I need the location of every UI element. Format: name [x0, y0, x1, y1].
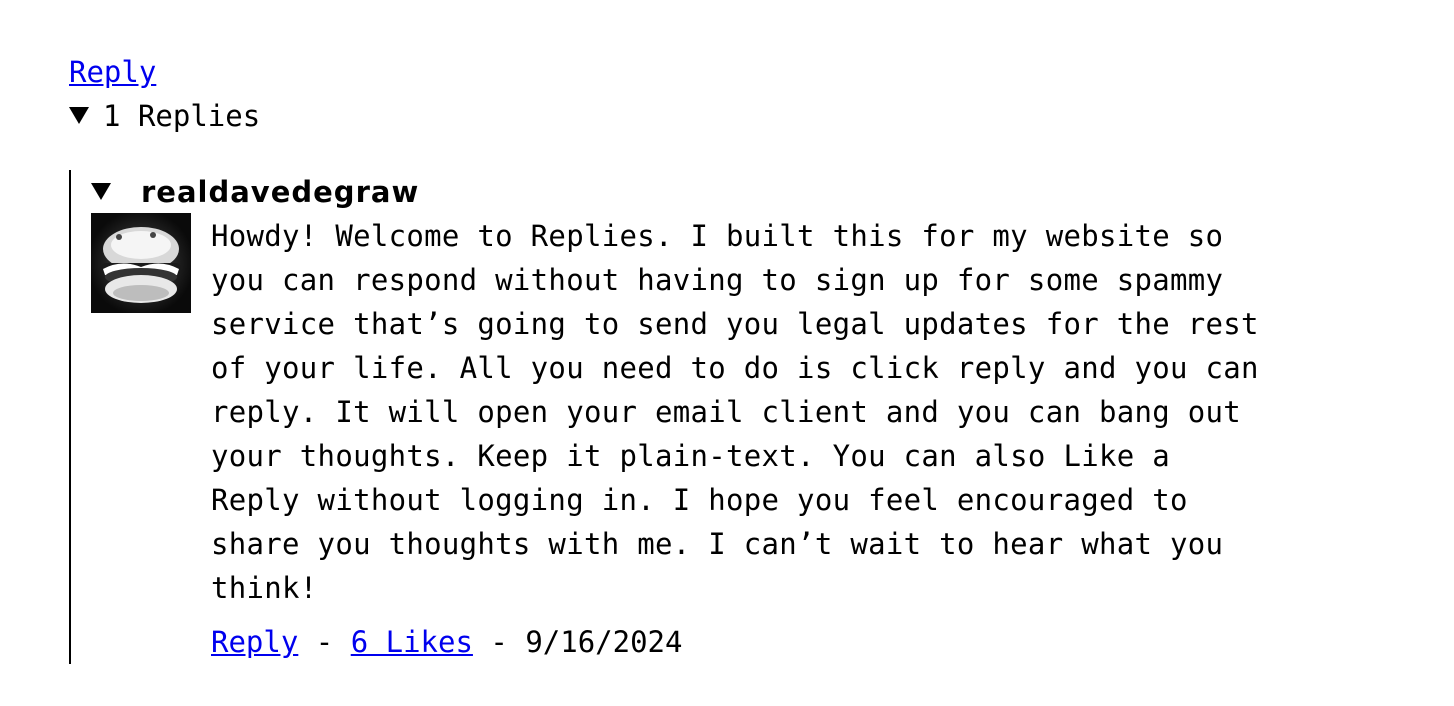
reply-thread: realdavedegraw Howdy! Welcome to Replies… [69, 170, 1371, 664]
comment-date: 9/16/2024 [525, 625, 683, 659]
replies-label: Replies [137, 99, 261, 133]
comment-author: realdavedegraw [141, 175, 420, 209]
likes-link[interactable]: 6 Likes [351, 625, 473, 659]
expanded-triangle-icon [91, 182, 111, 200]
expanded-triangle-icon [69, 106, 89, 124]
replies-toggle[interactable]: 1 Replies [69, 94, 260, 138]
comment-footer: Reply - 6 Likes - 9/16/2024 [211, 620, 682, 664]
comment-toggle[interactable]: realdavedegraw [91, 170, 419, 214]
footer-separator: - [315, 625, 334, 659]
comment-body: Howdy! Welcome to Replies. I built this … [211, 219, 1259, 605]
burger-avatar-icon [91, 213, 191, 313]
comment-reply-link[interactable]: Reply [211, 625, 298, 659]
reply-link[interactable]: Reply [69, 50, 156, 94]
footer-separator: - [490, 625, 508, 659]
replies-count: 1 [103, 99, 121, 133]
